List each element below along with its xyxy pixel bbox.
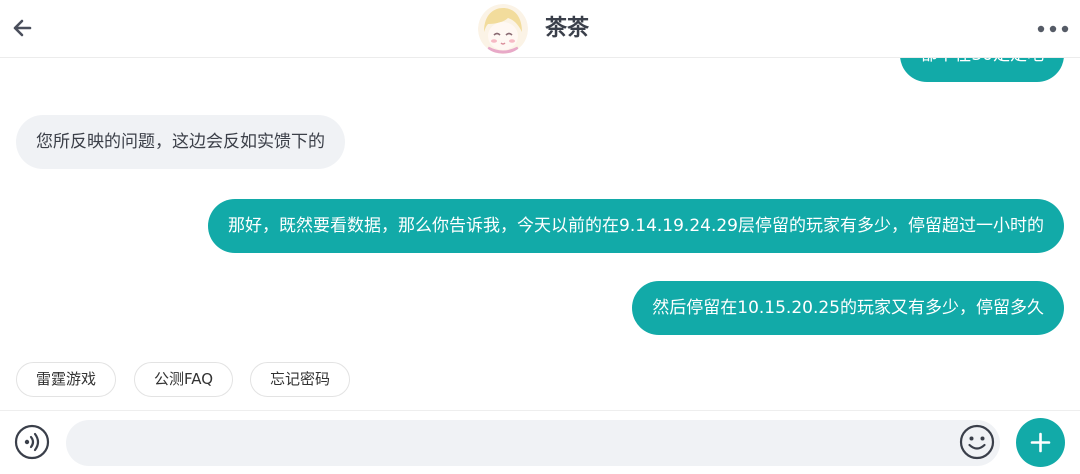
quick-reply-chip[interactable]: 雷霆游戏 bbox=[16, 362, 117, 397]
add-button[interactable] bbox=[1016, 418, 1065, 467]
more-dots-icon[interactable] bbox=[1036, 16, 1070, 42]
message-bubble-outgoing[interactable]: 然后停留在10.15.20.25的玩家又有多少，停留多久 bbox=[632, 281, 1064, 335]
message-bubble-outgoing[interactable]: 那好，既然要看数据，那么你告诉我，今天以前的在9.14.19.24.29层停留的… bbox=[208, 199, 1064, 253]
message-list[interactable]: 都不在30足足吧 您所反映的问题，这边会反如实馈下的 那好，既然要看数据，那么你… bbox=[0, 58, 1080, 410]
message-bubble-outgoing[interactable]: 都不在30足足吧 bbox=[900, 58, 1064, 82]
chat-title: 茶茶 bbox=[545, 16, 590, 41]
quick-reply-chip[interactable]: 忘记密码 bbox=[250, 362, 351, 397]
chat-header: 茶茶 bbox=[0, 0, 1080, 58]
voice-icon[interactable] bbox=[14, 424, 50, 460]
message-input[interactable] bbox=[66, 420, 1000, 466]
message-bubble-incoming[interactable]: 您所反映的问题，这边会反如实馈下的 bbox=[16, 115, 345, 169]
emoji-smile-icon[interactable] bbox=[959, 424, 995, 460]
quick-reply-chip[interactable]: 公测FAQ bbox=[134, 362, 234, 397]
plus-icon bbox=[1030, 432, 1051, 453]
input-bar bbox=[0, 410, 1080, 474]
avatar[interactable] bbox=[478, 4, 528, 54]
quick-reply-bar: 雷霆游戏 公测FAQ 忘记密码 bbox=[0, 362, 1080, 398]
arrow-left-icon[interactable] bbox=[8, 12, 40, 44]
